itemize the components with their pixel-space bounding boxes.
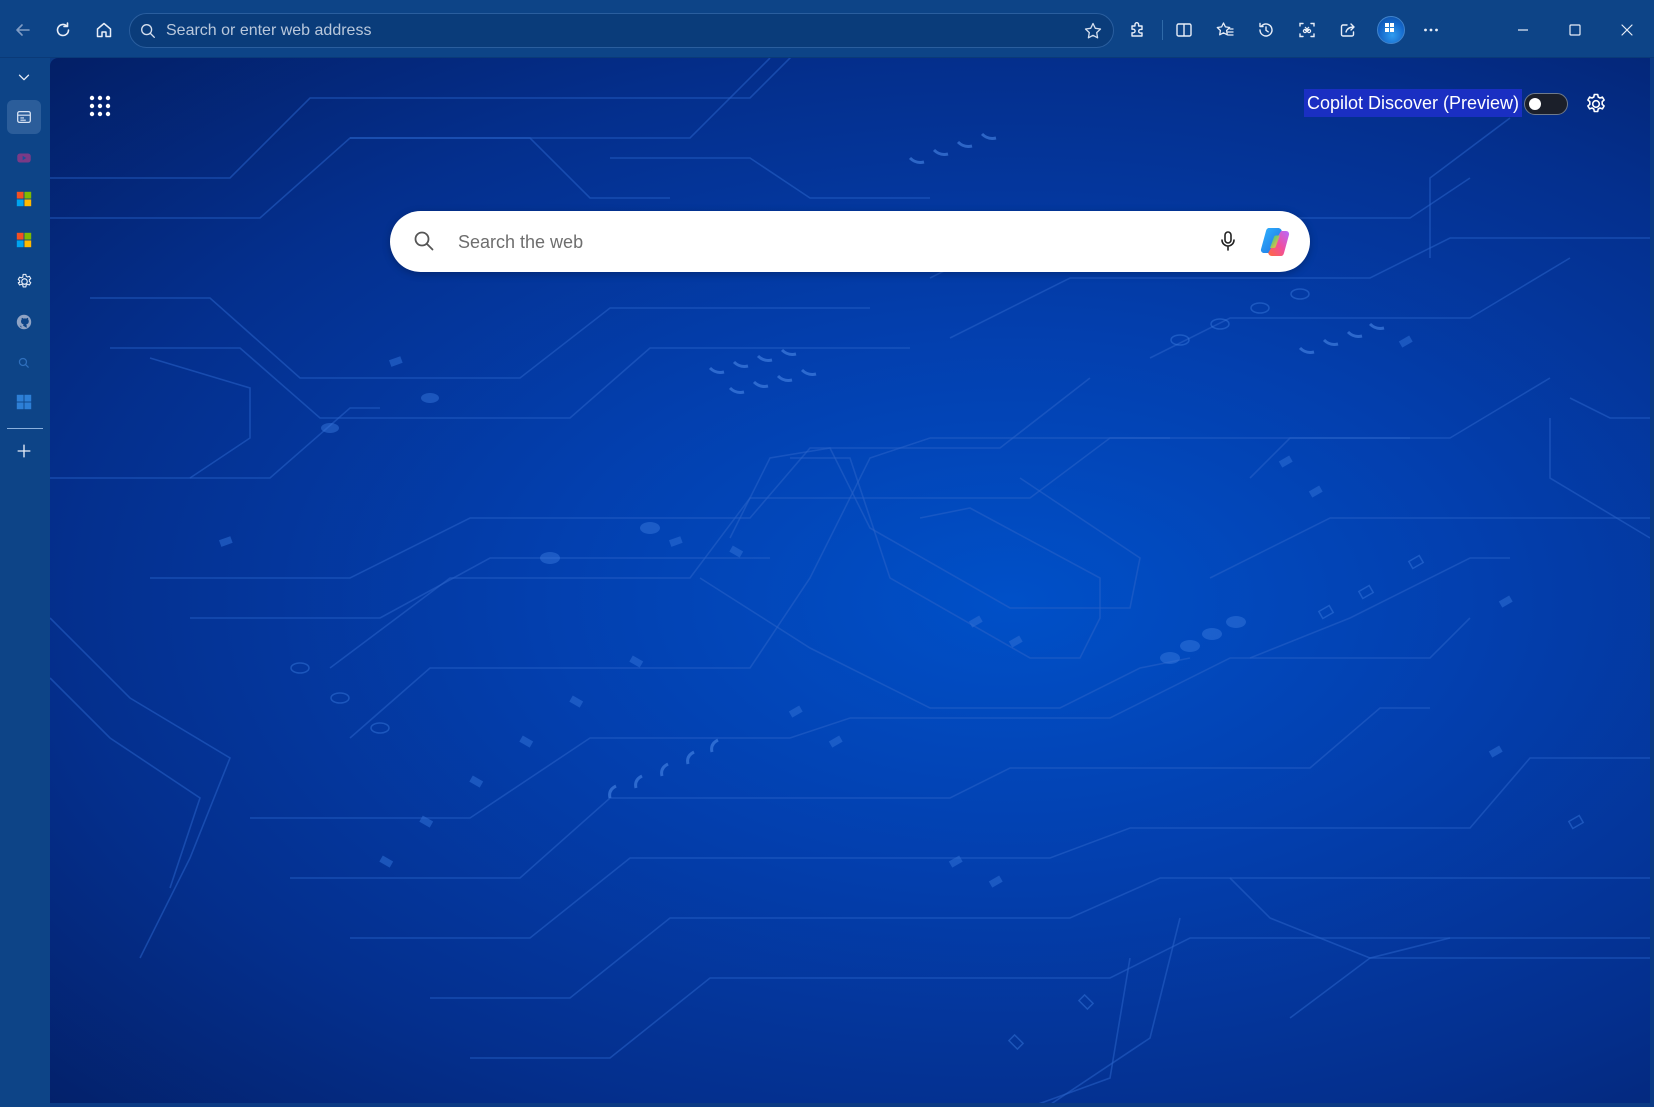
vertical-tabs-sidebar (0, 58, 50, 1107)
vertical-tab-github[interactable] (7, 305, 41, 339)
screenshot-button[interactable] (1290, 13, 1324, 47)
close-button[interactable] (1610, 13, 1644, 47)
voice-search-button[interactable] (1213, 226, 1243, 256)
vertical-tab-microsoft-2[interactable] (7, 223, 41, 257)
browser-toolbar (0, 0, 1654, 58)
microsoft-logo-icon (16, 232, 32, 248)
minimize-button[interactable] (1506, 13, 1540, 47)
vertical-tab-settings[interactable] (7, 264, 41, 298)
copilot-discover-toggle[interactable] (1524, 93, 1568, 115)
tab-page-icon (17, 110, 31, 124)
microphone-icon (1221, 231, 1235, 251)
new-tab-page: Copilot Discover (Preview) (50, 58, 1650, 1103)
extensions-button[interactable] (1121, 13, 1155, 47)
history-icon (1259, 22, 1273, 37)
chevron-down-icon (18, 74, 30, 81)
sidebar-divider (7, 428, 43, 429)
favorites-icon (1216, 22, 1234, 36)
favorites-button[interactable] (1208, 13, 1242, 47)
apps-launcher-button[interactable] (84, 90, 116, 122)
favorite-star-icon (1084, 22, 1102, 38)
share-button[interactable] (1331, 13, 1365, 47)
toolbar-divider (1162, 20, 1163, 40)
address-bar[interactable] (129, 13, 1114, 48)
toggle-knob (1529, 98, 1541, 110)
copilot-discover-label: Copilot Discover (Preview) (1304, 89, 1523, 117)
home-button[interactable] (87, 13, 121, 47)
maximize-button[interactable] (1558, 13, 1592, 47)
extensions-icon (1131, 22, 1143, 37)
copilot-button[interactable] (1256, 223, 1294, 261)
maximize-icon (1569, 24, 1581, 36)
close-icon (1621, 24, 1633, 36)
split-screen-icon (1176, 23, 1192, 37)
windows-logo-icon (1385, 23, 1394, 32)
refresh-button[interactable] (46, 13, 80, 47)
minimize-icon (1518, 29, 1528, 31)
gear-icon (1587, 93, 1605, 113)
page-settings-button[interactable] (1580, 88, 1612, 120)
vertical-tab-microsoft[interactable] (7, 182, 41, 216)
history-button[interactable] (1249, 13, 1283, 47)
vertical-tab-youtube[interactable] (7, 141, 41, 175)
share-icon (1340, 23, 1355, 37)
screenshot-icon (1299, 22, 1315, 38)
youtube-icon (17, 153, 31, 163)
vertical-tab-search[interactable] (7, 346, 41, 380)
favorite-star-button[interactable] (1073, 13, 1113, 48)
address-input[interactable] (166, 15, 1073, 46)
vertical-tab-windows[interactable] (7, 385, 41, 419)
web-search-box[interactable] (390, 211, 1310, 272)
search-icon (18, 357, 29, 368)
back-icon (16, 24, 30, 36)
windows-logo-icon (16, 394, 32, 410)
more-icon (1424, 28, 1438, 32)
github-icon (16, 314, 32, 330)
apps-grid-icon (89, 95, 111, 117)
search-icon (410, 227, 438, 255)
web-search-input[interactable] (456, 225, 1156, 259)
copilot-logo-icon (1260, 228, 1290, 256)
collapse-sidebar-button[interactable] (7, 60, 41, 94)
gear-icon (17, 273, 31, 287)
vertical-tab-current[interactable] (7, 100, 41, 134)
profile-avatar[interactable] (1377, 16, 1405, 44)
split-screen-button[interactable] (1167, 13, 1201, 47)
microsoft-logo-icon (16, 191, 32, 207)
home-icon (96, 22, 112, 38)
plus-icon (17, 444, 31, 458)
more-button[interactable] (1414, 13, 1448, 47)
search-icon (130, 13, 166, 48)
back-button[interactable] (6, 13, 40, 47)
new-tab-button[interactable] (7, 434, 41, 468)
refresh-icon (56, 22, 70, 37)
